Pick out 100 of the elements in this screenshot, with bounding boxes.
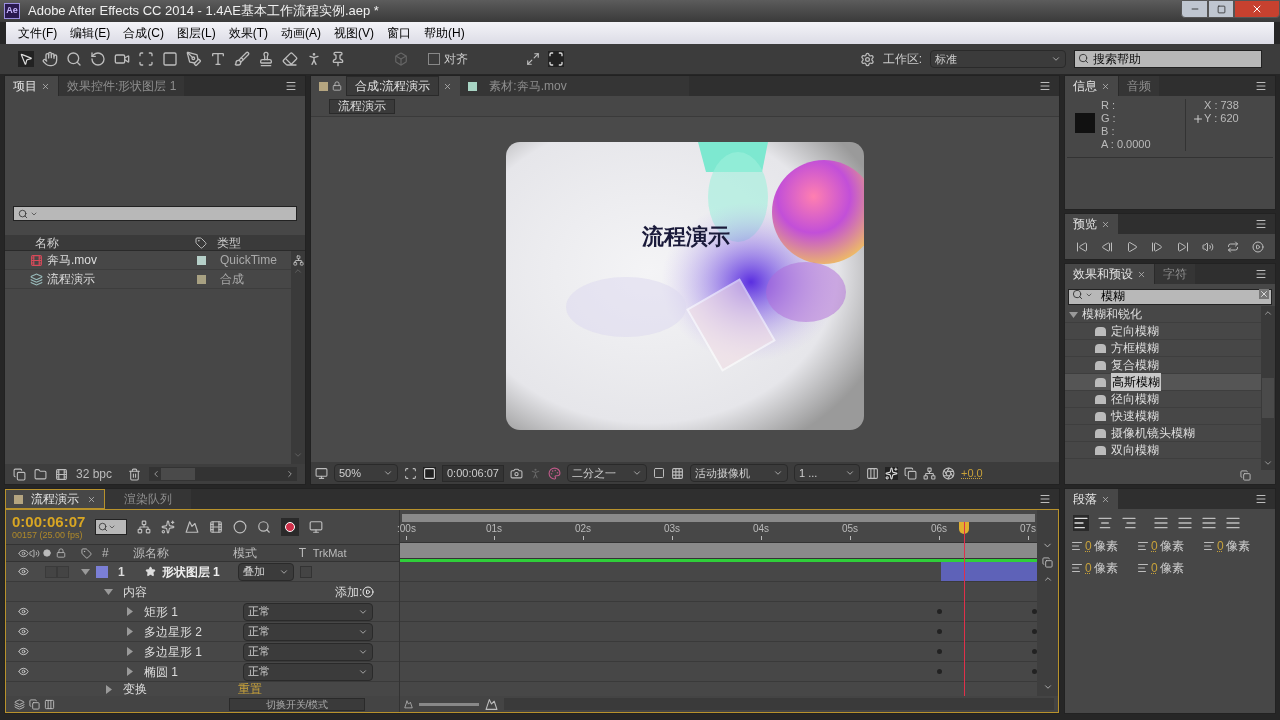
column-header[interactable]: 名称 <box>35 233 195 252</box>
expanded-triangle-icon[interactable] <box>1069 309 1078 319</box>
spacing-value[interactable]: 0 <box>1085 559 1092 577</box>
panel-menu-icon[interactable] <box>1039 80 1051 92</box>
channels-icon[interactable] <box>548 466 561 480</box>
shape-group-name[interactable]: 矩形 1 <box>144 602 243 621</box>
layer-row[interactable]: 1 形状图层 1 叠加 <box>6 562 399 582</box>
collapsed-triangle-icon[interactable] <box>125 627 134 636</box>
close-icon[interactable] <box>1101 219 1110 229</box>
column-header[interactable]: TrkMat <box>312 544 347 562</box>
trash-icon[interactable] <box>128 467 142 481</box>
layer-name[interactable]: 形状图层 1 <box>161 562 238 581</box>
collapsed-triangle-icon[interactable] <box>104 684 113 694</box>
collapsed-triangle-icon[interactable] <box>125 607 134 616</box>
shape-group-name[interactable]: 多边星形 2 <box>144 622 243 641</box>
dropdown[interactable]: 正常 <box>243 662 373 681</box>
justify-center-icon[interactable] <box>1177 515 1193 531</box>
scroll-down-icon[interactable] <box>1263 458 1273 468</box>
current-time[interactable]: 0:00:06:07 <box>12 513 86 530</box>
menu-item[interactable]: 效果(T) <box>228 24 268 42</box>
column-header[interactable]: 模式 <box>232 544 299 562</box>
workspace-sync-icon[interactable] <box>859 51 875 67</box>
focus-icon[interactable] <box>548 51 564 67</box>
column-header[interactable]: 源名称 <box>132 544 233 562</box>
dropdown[interactable]: 叠加 <box>237 562 294 581</box>
clear-icon[interactable] <box>1259 289 1269 299</box>
effect-item[interactable]: 高斯模糊 <box>1111 373 1161 391</box>
dropdown[interactable]: 活动摄像机 <box>690 464 788 482</box>
effect-item[interactable]: 方框模糊 <box>1111 339 1159 357</box>
selection-tool-icon[interactable] <box>18 51 34 67</box>
dropdown[interactable]: 1 ... <box>794 464 860 482</box>
panel-menu-icon[interactable] <box>1255 493 1267 505</box>
spacing-value[interactable]: 0 <box>1085 537 1092 555</box>
add-icon[interactable] <box>362 585 375 598</box>
effect-item[interactable]: 双向模糊 <box>1111 441 1159 459</box>
zoom-tool-icon[interactable] <box>66 51 82 67</box>
effect-item[interactable]: 定向模糊 <box>1111 322 1159 340</box>
shape-group-name[interactable]: 椭圆 1 <box>144 662 243 681</box>
spacing-value[interactable]: 0 <box>1151 537 1158 555</box>
ram-preview-icon[interactable] <box>1252 240 1265 253</box>
label-column-icon[interactable] <box>81 547 92 559</box>
horizontal-scrollbar[interactable] <box>149 467 297 481</box>
visibility-icon[interactable] <box>18 606 29 617</box>
project-search-field[interactable] <box>13 206 297 221</box>
visibility-icon[interactable] <box>18 666 29 677</box>
panel-menu-icon[interactable] <box>1255 268 1267 280</box>
dropdown[interactable]: 正常 <box>243 602 373 621</box>
menu-item[interactable]: 图层(L) <box>177 24 216 42</box>
maximize-button[interactable] <box>1208 0 1234 18</box>
scroll-down-icon[interactable] <box>1042 682 1053 692</box>
scroll-up-icon[interactable] <box>1042 574 1053 584</box>
visibility-icon[interactable] <box>18 646 29 657</box>
justify-left-icon[interactable] <box>1153 515 1169 531</box>
eraser-tool-icon[interactable] <box>282 51 298 67</box>
first-frame-icon[interactable] <box>1075 240 1088 253</box>
new-composition-icon[interactable] <box>55 467 68 481</box>
panel-menu-icon[interactable] <box>1039 493 1051 505</box>
layer-color-label[interactable] <box>96 565 108 578</box>
menu-item[interactable]: 文件(F) <box>18 24 58 42</box>
shape-group-name[interactable]: 多边星形 1 <box>144 642 243 661</box>
previous-frame-icon[interactable] <box>1100 240 1113 253</box>
scroll-thumb[interactable] <box>1262 378 1274 418</box>
playhead-line[interactable] <box>963 522 965 696</box>
new-folder-icon[interactable] <box>34 467 47 481</box>
bit-depth-label[interactable]: 32 bpc <box>76 465 113 483</box>
dropdown[interactable]: 正常 <box>243 642 373 661</box>
scroll-up-icon[interactable] <box>1263 308 1273 318</box>
panel-menu-icon[interactable] <box>1255 218 1267 230</box>
timecode-field[interactable]: 0:00:06:07 <box>442 464 504 482</box>
layer-search-field[interactable] <box>95 519 128 535</box>
vertical-scrollbar[interactable] <box>1261 306 1275 470</box>
pen-tool-icon[interactable] <box>186 51 202 67</box>
loop-icon[interactable] <box>1227 240 1240 253</box>
menu-item[interactable]: 编辑(E) <box>70 24 111 42</box>
help-search-field[interactable]: 搜索帮助 <box>1074 50 1262 68</box>
spacing-value[interactable]: 0 <box>1151 559 1158 577</box>
snap-checkbox[interactable] <box>428 53 440 65</box>
roto-brush-tool-icon[interactable] <box>306 51 322 67</box>
column-header[interactable]: T <box>298 544 313 562</box>
flowchart-icon[interactable] <box>923 466 936 480</box>
close-icon[interactable] <box>1137 269 1146 279</box>
menu-item[interactable]: 窗口 <box>387 24 411 42</box>
snapshot-icon[interactable] <box>510 466 523 480</box>
close-icon[interactable] <box>1101 494 1110 504</box>
last-frame-icon[interactable] <box>1176 240 1189 253</box>
solo-column-icon[interactable] <box>43 549 51 557</box>
text-tool-icon[interactable] <box>210 51 226 67</box>
collapsed-triangle-icon[interactable] <box>125 667 134 676</box>
label-column-icon[interactable] <box>195 236 207 249</box>
panel-menu-icon[interactable] <box>1255 80 1267 92</box>
zoom-in-icon[interactable] <box>485 697 498 711</box>
visibility-icon[interactable] <box>18 566 29 577</box>
project-item[interactable]: 奔马.mov QuickTime <box>5 251 291 270</box>
expanded-triangle-icon[interactable] <box>104 587 113 596</box>
toggle-switches-button[interactable]: 切换开关/模式 <box>229 697 365 711</box>
video-column-icon[interactable] <box>18 547 29 559</box>
pan-behind-tool-icon[interactable] <box>138 51 154 67</box>
panel-tab[interactable]: 合成:流程演示 <box>346 76 440 96</box>
next-frame-icon[interactable] <box>1151 240 1164 253</box>
visibility-icon[interactable] <box>18 626 29 637</box>
